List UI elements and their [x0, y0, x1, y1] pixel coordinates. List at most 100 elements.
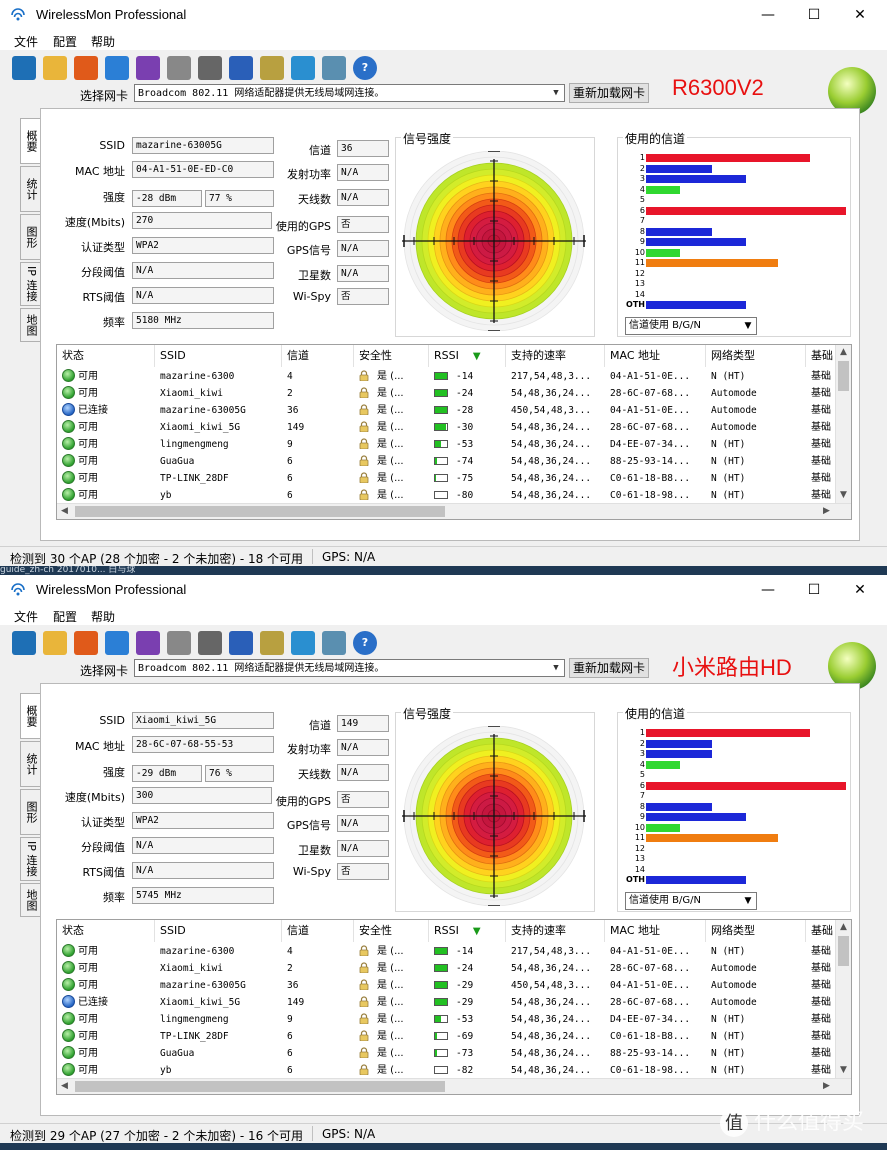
table-row[interactable]: 可用 mazarine-6300 4 是 (... -14 217,54,48,… — [57, 943, 837, 960]
column-header-2[interactable]: 信道 — [282, 345, 354, 367]
toolbar-checklist-icon[interactable] — [229, 56, 253, 80]
scroll-down-icon[interactable]: ▼ — [836, 1063, 851, 1078]
column-header-3[interactable]: 安全性 — [354, 920, 429, 942]
column-header-4[interactable]: RSSI ▼ — [429, 345, 506, 367]
toolbar-open-folder-icon[interactable] — [43, 56, 67, 80]
toolbar-record-icon[interactable] — [74, 631, 98, 655]
tab-3[interactable]: IP 连接 — [20, 262, 40, 306]
reload-adapter-button[interactable]: 重新加载网卡 — [569, 658, 649, 678]
table-row[interactable]: 已连接 Xiaomi_kiwi_5G 149 是 (... -29 54,48,… — [57, 994, 837, 1011]
tab-3[interactable]: IP 连接 — [20, 837, 40, 881]
reload-adapter-button[interactable]: 重新加载网卡 — [569, 83, 649, 103]
column-header-2[interactable]: 信道 — [282, 920, 354, 942]
close-button[interactable]: ✕ — [837, 0, 883, 30]
toolbar-globe-icon[interactable] — [291, 56, 315, 80]
adapter-select[interactable]: Broadcom 802.11 网络适配器提供无线局域网连接。 ▼ — [134, 84, 565, 102]
column-header-3[interactable]: 安全性 — [354, 345, 429, 367]
menu-help[interactable]: 帮助 — [91, 608, 115, 625]
scroll-down-icon[interactable]: ▼ — [836, 488, 851, 503]
toolbar-checklist-icon[interactable] — [229, 631, 253, 655]
column-header-5[interactable]: 支持的速率 — [506, 920, 605, 942]
table-row[interactable]: 可用 mazarine-63005G 36 是 (... -29 450,54,… — [57, 977, 837, 994]
toolbar-record-icon[interactable] — [74, 56, 98, 80]
table-row[interactable]: 可用 TP-LINK_28DF 6 是 (... -75 54,48,36,24… — [57, 470, 837, 487]
table-row[interactable]: 可用 TP-LINK_28DF 6 是 (... -69 54,48,36,24… — [57, 1028, 837, 1045]
tab-0[interactable]: 概要 — [20, 118, 40, 164]
minimize-button[interactable]: — — [745, 575, 791, 605]
scroll-right-icon[interactable]: ▶ — [819, 1079, 834, 1094]
scroll-thumb[interactable] — [838, 936, 849, 966]
toolbar-clipboard-icon[interactable] — [260, 56, 284, 80]
toolbar-save-icon[interactable] — [12, 56, 36, 80]
toolbar-help-bubble-icon[interactable] — [322, 631, 346, 655]
scroll-right-icon[interactable]: ▶ — [819, 504, 834, 519]
table-row[interactable]: 可用 Xiaomi_kiwi_5G 149 是 (... -30 54,48,3… — [57, 419, 837, 436]
scroll-up-icon[interactable]: ▲ — [836, 345, 851, 360]
toolbar-network-log-icon[interactable] — [136, 631, 160, 655]
toolbar-print-preview-icon[interactable] — [198, 631, 222, 655]
toolbar-print-preview-icon[interactable] — [198, 56, 222, 80]
toolbar-network-icon[interactable] — [105, 631, 129, 655]
horizontal-scrollbar[interactable]: ◀ ▶ — [57, 503, 851, 519]
channel-mode-select[interactable]: 信道使用 B/G/N ▼ — [625, 892, 757, 910]
tab-4[interactable]: 地图 — [20, 883, 40, 917]
minimize-button[interactable]: — — [745, 0, 791, 30]
scroll-left-icon[interactable]: ◀ — [57, 1079, 72, 1094]
menu-file[interactable]: 文件 — [14, 608, 38, 625]
menu-help[interactable]: 帮助 — [91, 33, 115, 50]
hscroll-thumb[interactable] — [75, 1081, 445, 1092]
toolbar-print-icon[interactable] — [167, 56, 191, 80]
table-row[interactable]: 可用 yb 6 是 (... -80 54,48,36,24... C0-61-… — [57, 487, 837, 504]
hscroll-thumb[interactable] — [75, 506, 445, 517]
maximize-button[interactable]: ☐ — [791, 0, 837, 30]
column-header-0[interactable]: 状态 — [57, 345, 155, 367]
vertical-scrollbar[interactable]: ▲ ▼ — [835, 345, 851, 504]
column-header-1[interactable]: SSID — [155, 920, 282, 942]
table-row[interactable]: 可用 lingmengmeng 9 是 (... -53 54,48,36,24… — [57, 1011, 837, 1028]
tab-2[interactable]: 图形 — [20, 789, 40, 835]
scroll-thumb[interactable] — [838, 361, 849, 391]
column-header-8[interactable]: 基础 — [806, 920, 836, 942]
table-row[interactable]: 可用 Xiaomi_kiwi 2 是 (... -24 54,48,36,24.… — [57, 385, 837, 402]
tab-1[interactable]: 统计 — [20, 741, 40, 787]
column-header-8[interactable]: 基础 — [806, 345, 836, 367]
table-row[interactable]: 可用 GuaGua 6 是 (... -73 54,48,36,24... 88… — [57, 1045, 837, 1062]
toolbar-help-icon[interactable]: ? — [353, 56, 377, 80]
channel-mode-select[interactable]: 信道使用 B/G/N ▼ — [625, 317, 757, 335]
vertical-scrollbar[interactable]: ▲ ▼ — [835, 920, 851, 1079]
close-button[interactable]: ✕ — [837, 575, 883, 605]
column-header-6[interactable]: MAC 地址 — [605, 345, 706, 367]
column-header-5[interactable]: 支持的速率 — [506, 345, 605, 367]
tab-0[interactable]: 概要 — [20, 693, 40, 739]
table-row[interactable]: 可用 yb 6 是 (... -82 54,48,36,24... C0-61-… — [57, 1062, 837, 1079]
table-row[interactable]: 已连接 mazarine-63005G 36 是 (... -28 450,54… — [57, 402, 837, 419]
column-header-0[interactable]: 状态 — [57, 920, 155, 942]
table-row[interactable]: 可用 GuaGua 6 是 (... -74 54,48,36,24... 88… — [57, 453, 837, 470]
tab-2[interactable]: 图形 — [20, 214, 40, 260]
toolbar-network-icon[interactable] — [105, 56, 129, 80]
toolbar-help-bubble-icon[interactable] — [322, 56, 346, 80]
menu-file[interactable]: 文件 — [14, 33, 38, 50]
toolbar-save-icon[interactable] — [12, 631, 36, 655]
menu-config[interactable]: 配置 — [53, 33, 77, 50]
scroll-left-icon[interactable]: ◀ — [57, 504, 72, 519]
horizontal-scrollbar[interactable]: ◀ ▶ — [57, 1078, 851, 1094]
toolbar-globe-icon[interactable] — [291, 631, 315, 655]
maximize-button[interactable]: ☐ — [791, 575, 837, 605]
column-header-1[interactable]: SSID — [155, 345, 282, 367]
scroll-up-icon[interactable]: ▲ — [836, 920, 851, 935]
tab-1[interactable]: 统计 — [20, 166, 40, 212]
column-header-7[interactable]: 网络类型 — [706, 920, 806, 942]
toolbar-print-icon[interactable] — [167, 631, 191, 655]
toolbar-help-icon[interactable]: ? — [353, 631, 377, 655]
table-row[interactable]: 可用 lingmengmeng 9 是 (... -53 54,48,36,24… — [57, 436, 837, 453]
tab-4[interactable]: 地图 — [20, 308, 40, 342]
toolbar-open-folder-icon[interactable] — [43, 631, 67, 655]
menu-config[interactable]: 配置 — [53, 608, 77, 625]
toolbar-clipboard-icon[interactable] — [260, 631, 284, 655]
table-row[interactable]: 可用 Xiaomi_kiwi 2 是 (... -24 54,48,36,24.… — [57, 960, 837, 977]
adapter-select[interactable]: Broadcom 802.11 网络适配器提供无线局域网连接。 ▼ — [134, 659, 565, 677]
column-header-7[interactable]: 网络类型 — [706, 345, 806, 367]
column-header-6[interactable]: MAC 地址 — [605, 920, 706, 942]
table-row[interactable]: 可用 mazarine-6300 4 是 (... -14 217,54,48,… — [57, 368, 837, 385]
